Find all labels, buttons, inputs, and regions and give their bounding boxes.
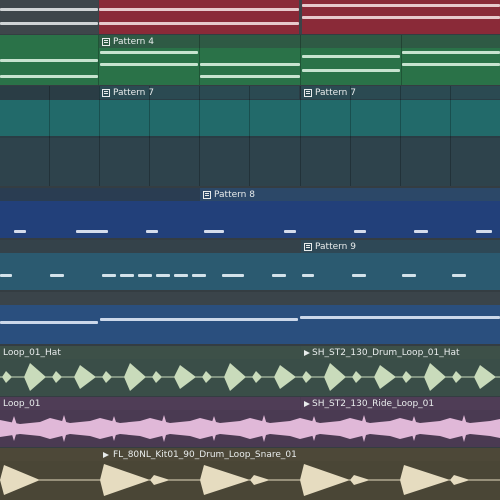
clip-pattern-9[interactable]: Pattern 9	[301, 240, 500, 290]
clip-label: SH_ST2_130_Drum_Loop_01_Hat	[312, 347, 460, 358]
audio-play-icon	[103, 451, 109, 458]
clip-label: Pattern 9	[315, 241, 356, 252]
pattern-icon	[102, 88, 110, 97]
snare-waveform	[0, 464, 500, 496]
clip-label: Pattern 7	[113, 87, 154, 98]
ride-waveform	[0, 415, 500, 442]
hat-waveform	[0, 363, 500, 391]
clip-label: Pattern 8	[214, 189, 255, 200]
track-hat-audio[interactable]: Loop_01_Hat SH_ST2_130_Drum_Loop_01_Hat	[0, 346, 500, 396]
track-pattern-8[interactable]: Pattern 8	[0, 188, 500, 238]
track-pattern-7[interactable]: Pattern 7 Pattern 7	[0, 86, 500, 186]
clip-pattern-8[interactable]: Pattern 8	[200, 188, 500, 238]
clip-label: Loop_01_Hat	[3, 347, 61, 358]
track-pattern-4[interactable]: Pattern 4	[0, 35, 500, 85]
pattern-icon	[304, 88, 312, 97]
track-pattern-9[interactable]: Pattern 9	[0, 240, 500, 290]
clip-label: Loop_01	[3, 398, 41, 409]
playlist-grid[interactable]: Pattern 4 Pattern 7 Pattern 7 Pattern 8 …	[0, 0, 500, 500]
track-ride-audio[interactable]: Loop_01 SH_ST2_130_Ride_Loop_01	[0, 397, 500, 447]
clip-red-3[interactable]	[302, 0, 500, 34]
audio-play-icon	[304, 400, 310, 407]
clip-red-1[interactable]	[0, 0, 98, 34]
clip-red-2[interactable]	[99, 0, 299, 34]
track-6[interactable]	[0, 292, 500, 344]
pattern-icon	[203, 190, 211, 199]
audio-play-icon	[304, 349, 310, 356]
clip-label: Pattern 4	[113, 36, 154, 47]
track-1[interactable]	[0, 0, 500, 34]
pattern-icon	[102, 37, 110, 46]
clip-label: SH_ST2_130_Ride_Loop_01	[312, 398, 435, 409]
pattern-icon	[304, 242, 312, 251]
clip-label: FL_80NL_Kit01_90_Drum_Loop_Snare_01	[113, 449, 297, 460]
track-snare-audio[interactable]: FL_80NL_Kit01_90_Drum_Loop_Snare_01	[0, 448, 500, 500]
